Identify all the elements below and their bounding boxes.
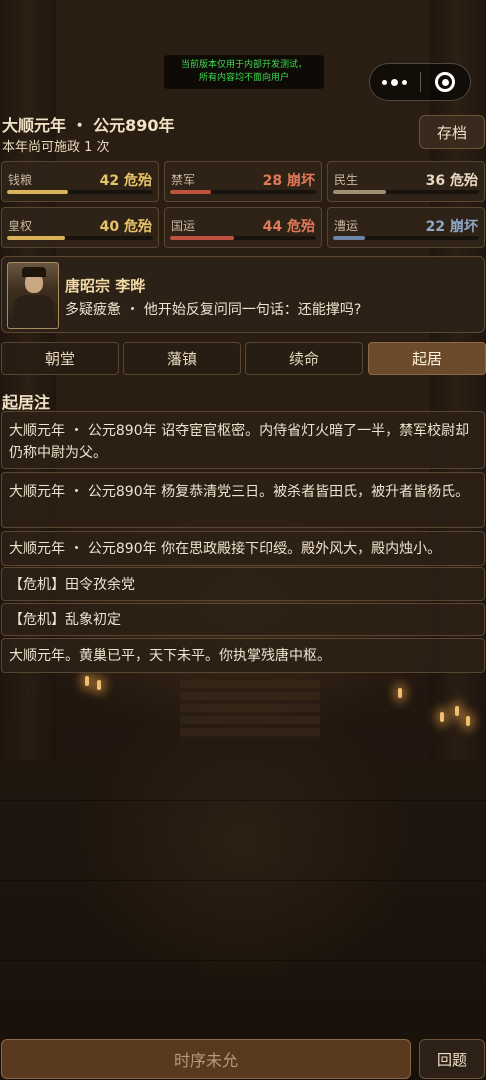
tab-court[interactable]: 朝堂 [1, 342, 119, 375]
stat-bar-fill [170, 236, 235, 240]
dev-notice-line1: 当前版本仅用于内部开发测试， [180, 60, 307, 70]
close-icon[interactable] [420, 72, 470, 92]
stat-fortune: 国运 44 危殆 [164, 207, 322, 248]
log-entry: 大顺元年 ・ 公元890年 杨复恭清党三日。被杀者皆田氏，被升者皆杨氏。 [1, 472, 485, 528]
more-icon[interactable] [370, 78, 420, 86]
miniprogram-capsule [369, 63, 471, 101]
stat-money: 钱粮 42 危殆 [1, 161, 159, 202]
advance-time-button[interactable]: 时序未允 [1, 1039, 411, 1079]
stat-value: 36 危殆 [425, 173, 478, 189]
stat-bar [333, 236, 479, 240]
stat-bar [170, 236, 316, 240]
log-entry: 大顺元年 ・ 公元890年 你在思政殿接下印绶。殿外风大，殿内烛小。 [1, 531, 485, 566]
actions-remaining: 本年尚可施政 1 次 [2, 140, 110, 155]
stat-value: 40 危殆 [99, 219, 152, 235]
log-entry: 【危机】田令孜余党 [1, 567, 485, 601]
year-title: 大顺元年 ・ 公元890年 [2, 116, 175, 135]
tab-daily-life[interactable]: 起居 [368, 342, 486, 375]
save-button[interactable]: 存档 [419, 115, 485, 149]
emperor-status: 多疑疲惫 ・ 他开始反复问同一句话：还能撑吗? [65, 302, 362, 318]
stat-bar [333, 190, 479, 194]
stat-bar-fill [170, 190, 211, 194]
stat-bar [170, 190, 316, 194]
tab-vassals[interactable]: 藩镇 [123, 342, 241, 375]
stat-label: 民生 [334, 173, 359, 187]
stat-label: 钱粮 [8, 173, 33, 187]
dev-test-notice: 当前版本仅用于内部开发测试， 所有内容均不面向用户 [164, 55, 324, 89]
stat-value: 42 危殆 [99, 173, 152, 189]
stat-authority: 皇权 40 危殆 [1, 207, 159, 248]
stat-value: 22 崩坏 [425, 219, 478, 235]
log-entry: 【危机】乱象初定 [1, 603, 485, 636]
log-entry: 大顺元年。黄巢已平，天下未平。你执掌残唐中枢。 [1, 638, 485, 673]
emperor-name: 唐昭宗 李晔 [65, 277, 146, 295]
stat-bar [7, 190, 153, 194]
stat-value: 44 危殆 [262, 219, 315, 235]
stat-label: 禁军 [171, 173, 196, 187]
stat-label: 漕运 [334, 219, 359, 233]
dev-notice-line2: 所有内容均不面向用户 [198, 73, 289, 83]
stat-value: 28 崩坏 [262, 173, 315, 189]
stat-bar-fill [333, 190, 386, 194]
tab-prolong[interactable]: 续命 [245, 342, 363, 375]
log-entry: 大顺元年 ・ 公元890年 诏夺宦官枢密。内侍省灯火暗了一半，禁军校尉却仍称中尉… [1, 411, 485, 469]
stat-army: 禁军 28 崩坏 [164, 161, 322, 202]
stat-canal: 漕运 22 崩坏 [327, 207, 485, 248]
stat-bar-fill [7, 190, 69, 194]
emperor-portrait [7, 262, 59, 329]
back-to-topic-button[interactable]: 回题 [419, 1039, 485, 1079]
stat-bar [7, 236, 153, 240]
stat-label: 国运 [171, 219, 196, 233]
log-section-title: 起居注 [2, 393, 51, 412]
stat-livelihood: 民生 36 危殆 [327, 161, 485, 202]
stat-label: 皇权 [8, 219, 33, 233]
stat-bar-fill [333, 236, 366, 240]
stat-bar-fill [7, 236, 66, 240]
